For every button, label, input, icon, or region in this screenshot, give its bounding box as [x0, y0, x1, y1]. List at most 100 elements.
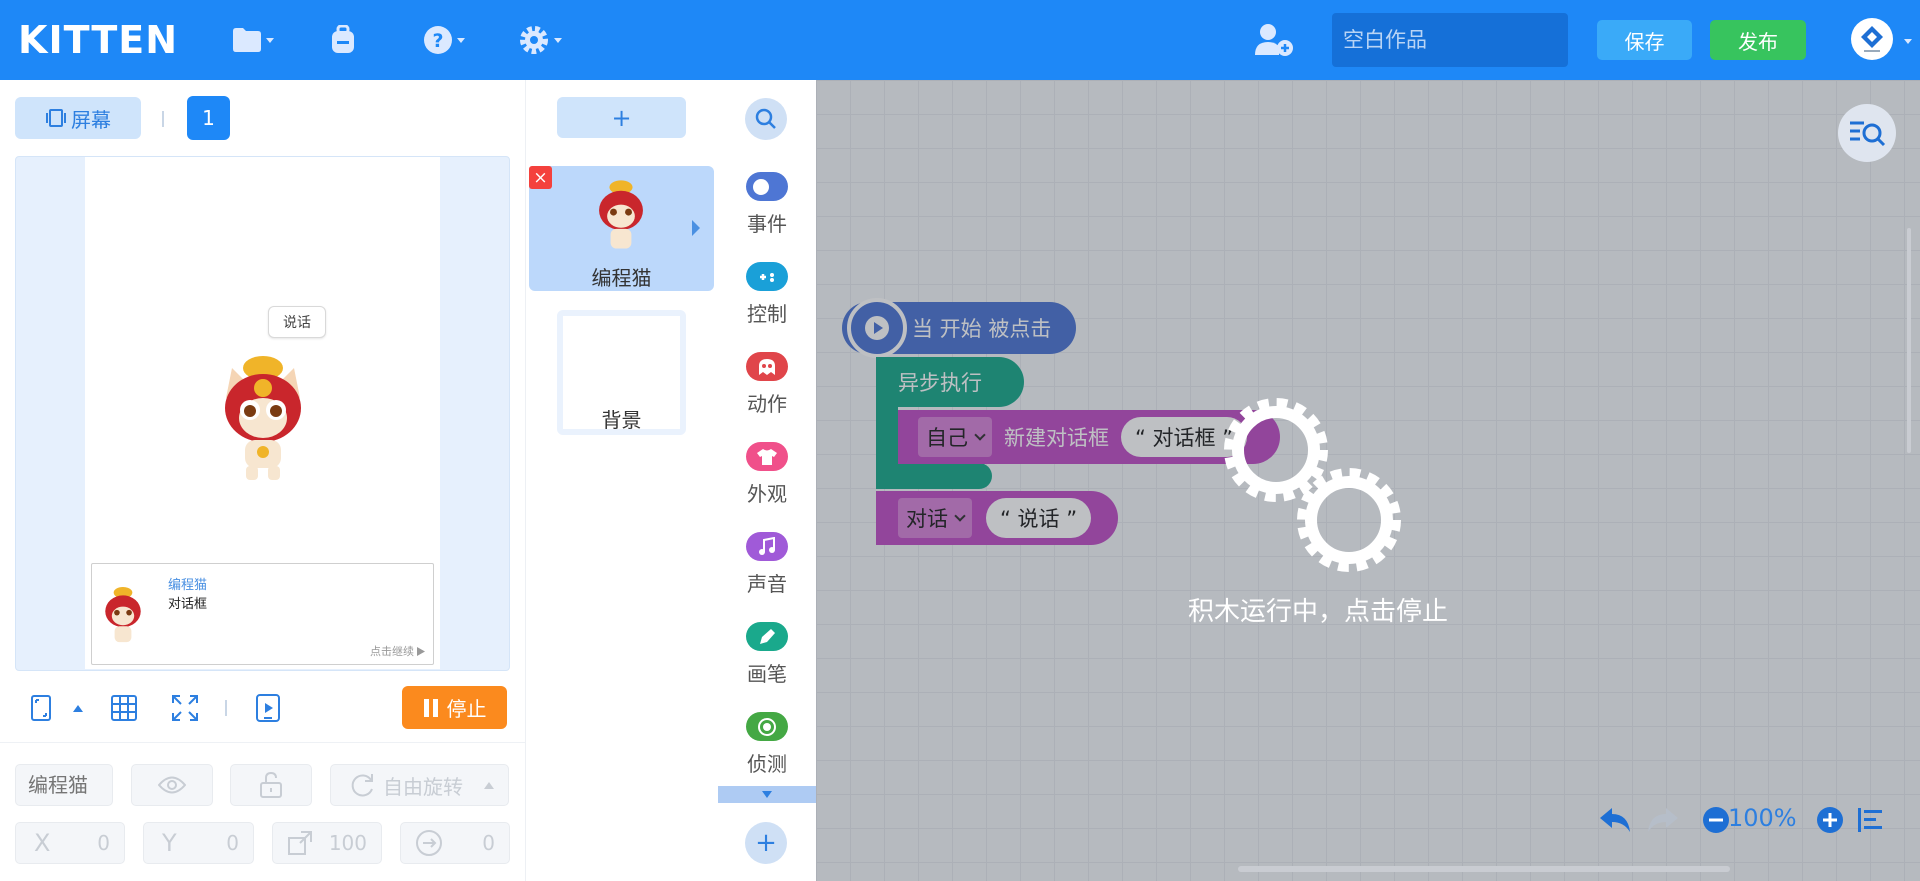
divider [162, 111, 164, 127]
fullscreen-button[interactable] [170, 693, 200, 723]
rotate-icon [351, 774, 373, 797]
rotation-mode-select[interactable]: 自由旋转 [330, 764, 509, 806]
x-label: X [34, 829, 51, 857]
search-list-icon [1850, 121, 1886, 147]
sprite-card[interactable]: 编程猫 [529, 166, 714, 291]
x-position-field[interactable]: X 0 [15, 822, 125, 864]
stage-orientation-button[interactable] [26, 693, 56, 723]
phone-frame-icon [31, 695, 51, 721]
save-button[interactable]: 保存 [1597, 20, 1692, 60]
dialog-avatar-image [105, 587, 141, 643]
category-sound[interactable]: 声音 [718, 532, 816, 612]
screen-icon [46, 109, 66, 127]
background-label: 背景 [601, 408, 642, 432]
divider [0, 742, 525, 743]
stop-button[interactable]: 停止 [402, 686, 507, 729]
y-label: Y [162, 829, 177, 857]
add-sprite-button[interactable]: + [557, 97, 686, 138]
gears-icon [1224, 398, 1401, 572]
workspace-vertical-scrollbar[interactable] [1907, 228, 1911, 453]
svg-text:?: ? [432, 30, 443, 52]
category-events[interactable]: 事件 [718, 172, 816, 252]
pen-icon [746, 622, 788, 651]
x-value: 0 [97, 831, 110, 855]
speech-bubble: 说话 [268, 306, 326, 338]
direction-field[interactable]: 0 [400, 822, 510, 864]
caret-down-icon [762, 791, 772, 798]
category-sensing[interactable]: 侦测 [718, 712, 816, 792]
pause-icon [423, 698, 438, 717]
caret-up-icon [484, 781, 494, 789]
dialog-continue-hint[interactable]: 点击继续 [370, 643, 425, 659]
dialog-box[interactable]: 编程猫 对话框 点击继续 [91, 563, 434, 665]
y-value: 0 [226, 831, 239, 855]
zoom-out-icon[interactable] [1702, 806, 1730, 834]
dialog-continue-label: 点击继续 [370, 645, 414, 658]
delete-sprite-button[interactable]: × [529, 166, 552, 189]
cat-sprite-image[interactable] [218, 350, 308, 482]
collaborate-button[interactable] [1254, 22, 1294, 58]
category-label: 外观 [747, 482, 787, 506]
category-looks[interactable]: 外观 [718, 442, 816, 522]
folder-icon [233, 28, 261, 52]
chevron-down-icon [266, 37, 274, 43]
play-small-icon [417, 646, 425, 656]
rotation-mode-label: 自由旋转 [383, 774, 463, 799]
screen-number-tab[interactable]: 1 [187, 96, 230, 140]
stop-button-label: 停止 [446, 697, 487, 721]
sprite-name: 编程猫 [591, 266, 652, 290]
lock-toggle[interactable] [230, 764, 312, 806]
category-pen[interactable]: 画笔 [718, 622, 816, 702]
close-icon: × [533, 167, 548, 188]
undo-icon[interactable] [1598, 806, 1632, 834]
category-motion[interactable]: 动作 [718, 352, 816, 432]
background-card[interactable]: 背景 [557, 310, 686, 435]
sprite-name-input[interactable] [15, 764, 113, 806]
visibility-toggle[interactable] [131, 764, 213, 806]
workspace-search-button[interactable] [1838, 104, 1896, 162]
workspace-horizontal-scrollbar[interactable] [1238, 866, 1730, 872]
settings-menu[interactable] [518, 22, 562, 58]
category-label: 侦测 [747, 752, 787, 776]
sprite-expand-icon[interactable] [692, 220, 700, 236]
y-position-field[interactable]: Y 0 [143, 822, 254, 864]
category-label: 控制 [747, 302, 787, 326]
category-label: 事件 [747, 212, 787, 236]
grid-toggle-button[interactable] [109, 693, 139, 723]
shirt-icon [746, 442, 788, 471]
zoom-in-icon[interactable] [1816, 806, 1844, 834]
dialog-text: 对话框 [168, 597, 208, 612]
chevron-down-icon [457, 37, 465, 43]
direction-icon [416, 830, 442, 856]
preview-button[interactable] [253, 693, 283, 723]
search-icon [755, 108, 776, 129]
orientation-dropdown[interactable] [63, 693, 93, 723]
gear-icon [520, 26, 548, 54]
file-menu[interactable] [232, 22, 274, 58]
running-status-text[interactable]: 积木运行中，点击停止 [1150, 591, 1486, 628]
project-title-input[interactable] [1332, 13, 1568, 67]
category-scroll-down[interactable] [718, 786, 816, 803]
app-logo[interactable]: KITTEN [18, 18, 178, 62]
avatar[interactable] [1851, 18, 1893, 60]
size-field[interactable]: 100 [272, 822, 382, 864]
music-icon [746, 532, 788, 561]
category-control[interactable]: 控制 [718, 262, 816, 342]
user-logo-icon [1861, 26, 1883, 52]
publish-button[interactable]: 发布 [1710, 20, 1806, 60]
screen-button[interactable]: 屏幕 [15, 97, 141, 139]
toggle-icon [746, 172, 788, 201]
caret-up-icon [73, 704, 83, 712]
help-menu[interactable]: ? [423, 22, 465, 58]
direction-value: 0 [482, 831, 495, 855]
chevron-down-icon[interactable] [1904, 39, 1912, 44]
radar-icon [746, 712, 788, 741]
redo-icon[interactable] [1646, 806, 1680, 834]
align-blocks-icon[interactable] [1856, 806, 1884, 834]
add-extension-button[interactable]: + [745, 822, 787, 864]
resize-icon [288, 831, 312, 855]
category-label: 动作 [747, 392, 787, 416]
expand-icon [172, 695, 198, 721]
block-search-button[interactable] [745, 98, 787, 140]
backpack-button[interactable] [328, 22, 358, 58]
